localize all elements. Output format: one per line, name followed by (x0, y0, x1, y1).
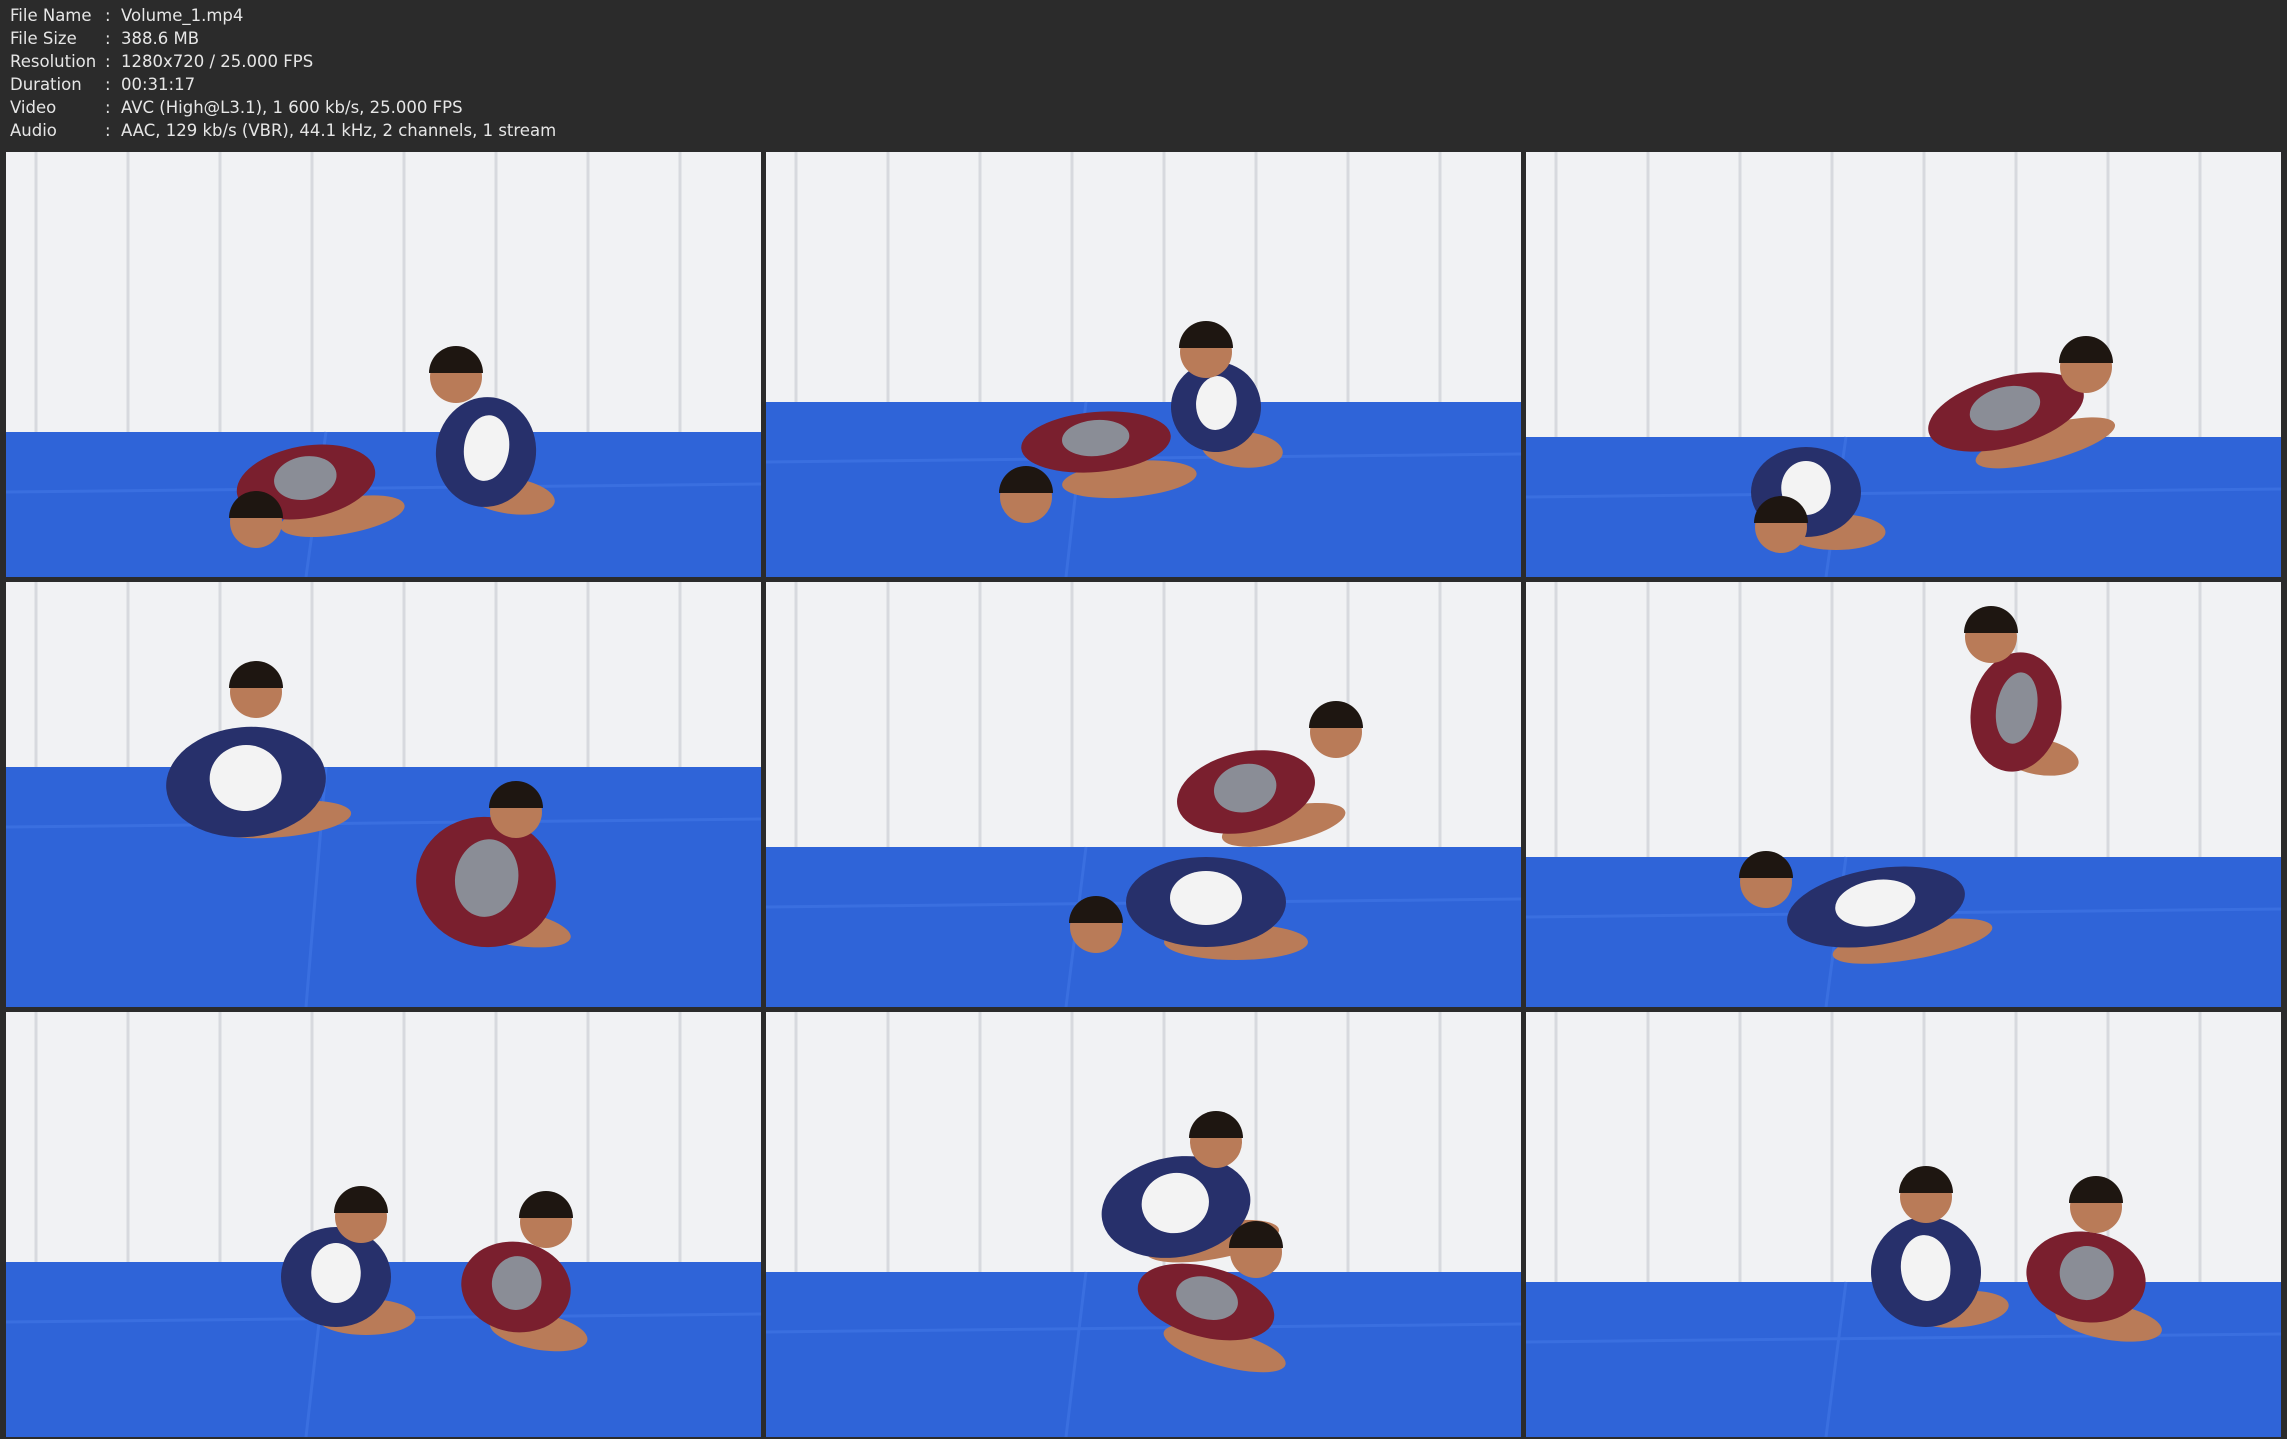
thumbnail-image (6, 582, 761, 1007)
info-label: File Size (10, 29, 77, 48)
thumbnail-image (1526, 152, 2281, 577)
info-value: AAC, 129 kb/s (VBR), 44.1 kHz, 2 channel… (121, 121, 557, 140)
info-colon: : (105, 121, 111, 140)
info-row-file-size: File Size : 388.6 MB (10, 27, 556, 50)
info-value: 388.6 MB (121, 29, 200, 48)
info-value: Volume_1.mp4 (121, 6, 244, 25)
info-colon: : (105, 6, 111, 25)
info-value: 1280x720 / 25.000 FPS (121, 52, 314, 71)
thumbnail-image (6, 1012, 761, 1437)
info-colon: : (105, 98, 111, 117)
info-value: 00:31:17 (121, 75, 196, 94)
video-thumbnail-7[interactable] (6, 1012, 761, 1437)
blue-mat (1526, 437, 2281, 577)
info-label: File Name (10, 6, 92, 25)
file-info-panel: File Name : Volume_1.mp4 File Size : 388… (10, 4, 556, 142)
padded-wall (1526, 582, 2281, 857)
blue-mat (6, 767, 761, 1007)
video-thumbnail-9[interactable] (1526, 1012, 2281, 1437)
thumbnail-image (1526, 1012, 2281, 1437)
thumbnail-grid (0, 146, 2287, 1439)
padded-wall (6, 582, 761, 767)
video-thumbnail-2[interactable] (766, 152, 1521, 577)
padded-wall (6, 152, 761, 432)
info-row-duration: Duration : 00:31:17 (10, 73, 556, 96)
video-thumbnail-5[interactable] (766, 582, 1521, 1007)
info-label: Resolution (10, 52, 97, 71)
info-label: Duration (10, 75, 82, 94)
info-row-file-name: File Name : Volume_1.mp4 (10, 4, 556, 27)
info-colon: : (105, 52, 111, 71)
info-row-audio: Audio : AAC, 129 kb/s (VBR), 44.1 kHz, 2… (10, 119, 556, 142)
padded-wall (766, 582, 1521, 847)
info-colon: : (105, 29, 111, 48)
thumbnail-image (6, 152, 761, 577)
thumbnail-image (1526, 582, 2281, 1007)
info-row-video: Video : AVC (High@L3.1), 1 600 kb/s, 25.… (10, 96, 556, 119)
video-thumbnail-4[interactable] (6, 582, 761, 1007)
video-thumbnail-3[interactable] (1526, 152, 2281, 577)
rashguard-panel (1170, 871, 1242, 925)
padded-wall (1526, 152, 2281, 437)
info-row-resolution: Resolution : 1280x720 / 25.000 FPS (10, 50, 556, 73)
video-thumbnail-6[interactable] (1526, 582, 2281, 1007)
video-thumbnail-8[interactable] (766, 1012, 1521, 1437)
thumbnail-image (766, 152, 1521, 577)
info-label: Audio (10, 121, 57, 140)
thumbnail-image (766, 1012, 1521, 1437)
rashguard-panel (311, 1243, 361, 1303)
info-colon: : (105, 75, 111, 94)
video-thumbnail-1[interactable] (6, 152, 761, 577)
info-value: AVC (High@L3.1), 1 600 kb/s, 25.000 FPS (121, 98, 463, 117)
padded-wall (766, 152, 1521, 402)
thumbnail-image (766, 582, 1521, 1007)
info-label: Video (10, 98, 57, 117)
